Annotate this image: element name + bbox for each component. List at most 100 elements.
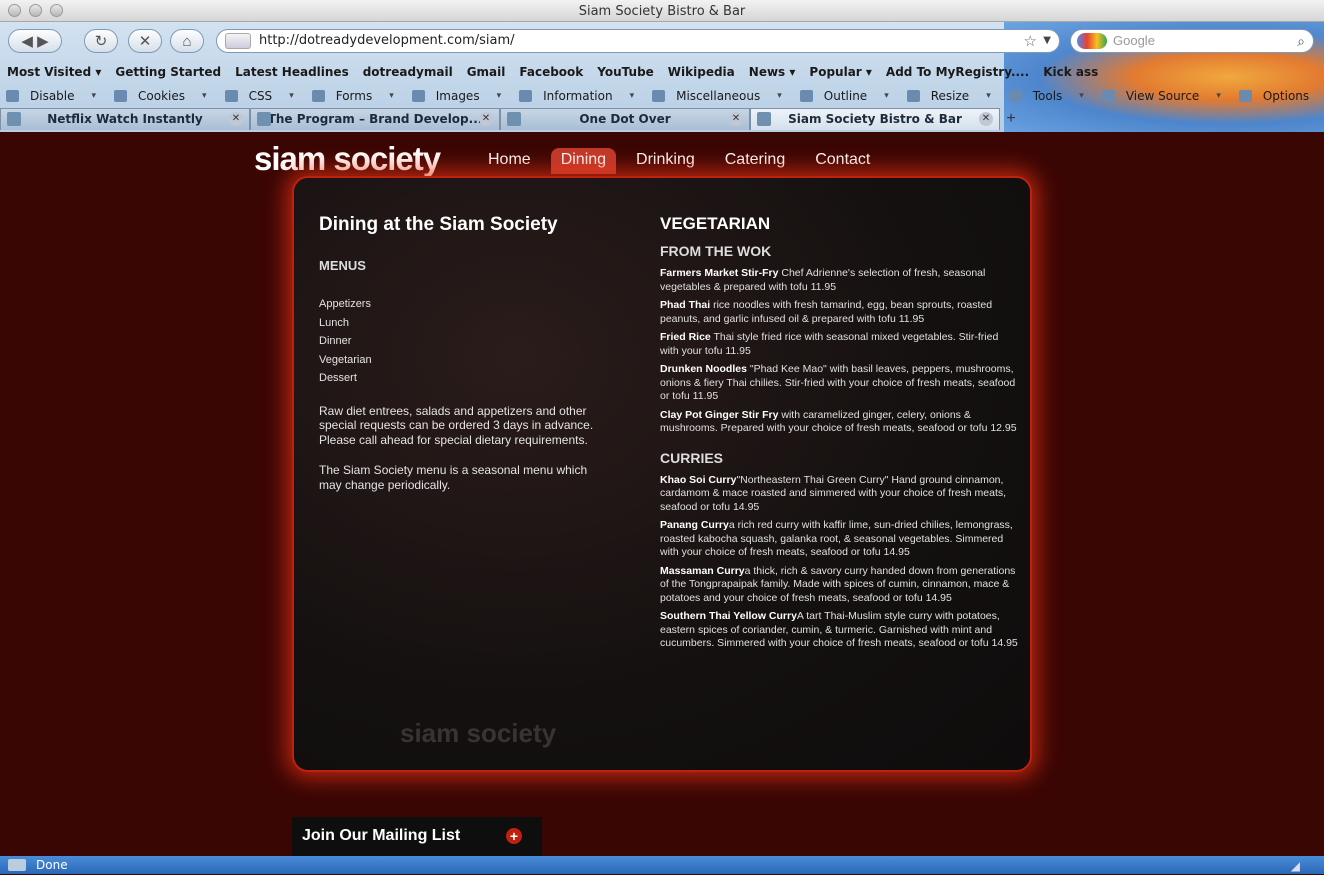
bookmark-item[interactable]: Popular ▾: [802, 63, 879, 81]
dropdown-arrow-icon[interactable]: ▾: [1073, 87, 1090, 105]
dropdown-arrow-icon[interactable]: ▾: [624, 87, 641, 105]
status-text: Done: [36, 858, 68, 872]
dropdown-arrow-icon[interactable]: ▾: [1210, 87, 1227, 105]
url-dropdown-icon[interactable]: ▼: [1043, 30, 1051, 52]
status-bar: Done ◢: [0, 856, 1324, 874]
devbar-item[interactable]: View Source ▾: [1096, 87, 1233, 105]
browser-tab[interactable]: Siam Society Bistro & Bar ✕: [750, 108, 1000, 130]
menu-link-lunch[interactable]: Lunch: [319, 314, 609, 333]
devbar-item[interactable]: Resize ▾: [901, 87, 1003, 105]
menus-heading: MENUS: [319, 258, 366, 273]
devbar-item[interactable]: Disable ▾: [0, 87, 108, 105]
site-identity-icon[interactable]: [225, 33, 251, 49]
bookmark-item[interactable]: Gmail: [460, 63, 513, 81]
plus-icon[interactable]: +: [506, 828, 522, 844]
tool-icon: [224, 90, 238, 102]
page-heading: Dining at the Siam Society: [319, 214, 558, 235]
nav-link-dining[interactable]: Dining: [550, 148, 617, 174]
dropdown-arrow-icon[interactable]: ▾: [283, 87, 300, 105]
devbar-item[interactable]: Information ▾: [513, 87, 646, 105]
dish-name: Massaman Curry: [660, 564, 745, 577]
google-engine-icon[interactable]: [1077, 33, 1107, 49]
back-forward-button[interactable]: ◀ ▶: [8, 29, 62, 53]
dish-name: Farmers Market Stir-Fry: [660, 267, 779, 279]
reload-icon: ↻: [94, 33, 108, 50]
browser-chrome: Siam Society Bistro & Bar ◀ ▶ ↻ ✕ ⌂ http…: [0, 0, 1324, 132]
stop-icon: ✕: [138, 33, 152, 50]
curries-heading: CURRIES: [660, 449, 724, 466]
dropdown-arrow-icon[interactable]: ▾: [878, 87, 895, 105]
home-icon: ⌂: [182, 32, 192, 50]
favicon-icon: [507, 112, 521, 126]
browser-tab[interactable]: The Program – Brand Develop... ✕: [250, 108, 500, 130]
dish-name: Khao Soi Curry: [660, 473, 737, 486]
search-icon[interactable]: ⌕: [1297, 30, 1305, 52]
devbar-item[interactable]: Forms ▾: [306, 87, 406, 105]
devbar-item[interactable]: Images ▾: [406, 87, 513, 105]
site-logo[interactable]: siam society: [254, 140, 441, 178]
back-arrow-icon[interactable]: ◀: [21, 32, 33, 50]
devbar-item[interactable]: CSS ▾: [219, 87, 306, 105]
menu-link-vegetarian[interactable]: Vegetarian: [319, 351, 609, 370]
bookmark-item[interactable]: Latest Headlines: [228, 63, 356, 81]
stop-button[interactable]: ✕: [128, 29, 162, 53]
url-text[interactable]: http://dotreadydevelopment.com/siam/: [259, 33, 515, 48]
url-bar[interactable]: http://dotreadydevelopment.com/siam/ ☆ ▼: [216, 29, 1060, 53]
menu-link-appetizers[interactable]: Appetizers: [319, 295, 609, 314]
devbar-item[interactable]: Options ▾: [1233, 87, 1324, 105]
tool-icon: [1101, 90, 1115, 102]
menu-dish: Drunken Noodles "Phad Kee Mao" with basi…: [660, 363, 1018, 404]
dropdown-arrow-icon[interactable]: ▾: [196, 87, 213, 105]
nav-link-contact[interactable]: Contact: [805, 148, 880, 174]
mailing-list-button[interactable]: Join Our Mailing List +: [292, 817, 542, 856]
dish-name: Drunken Noodles: [660, 363, 747, 375]
bookmark-item[interactable]: Facebook: [512, 63, 590, 81]
dish-description: Thai style fried rice with seasonal mixe…: [660, 331, 999, 357]
tool-icon: [114, 90, 128, 102]
nav-link-drinking[interactable]: Drinking: [626, 148, 705, 174]
bookmark-item[interactable]: Add To MyRegistry....: [879, 63, 1036, 81]
devbar-item[interactable]: Outline ▾: [794, 87, 901, 105]
bookmark-item[interactable]: Kick ass: [1036, 63, 1105, 81]
devbar-label: Forms: [335, 89, 373, 103]
curry-items: Khao Soi Curry"Northeastern Thai Green C…: [660, 474, 1018, 651]
dropdown-arrow-icon[interactable]: ▾: [771, 87, 788, 105]
devbar-label: Disable: [30, 89, 75, 103]
tool-icon: [652, 90, 666, 102]
tab-label: Netflix Watch Instantly: [47, 112, 203, 126]
menu-link-dinner[interactable]: Dinner: [319, 332, 609, 351]
browser-tab[interactable]: Netflix Watch Instantly ✕: [0, 108, 250, 130]
dropdown-arrow-icon[interactable]: ▾: [86, 87, 103, 105]
resize-grip-icon[interactable]: ◢: [1291, 857, 1300, 875]
bookmark-item[interactable]: Wikipedia: [661, 63, 742, 81]
close-tab-icon[interactable]: ✕: [229, 112, 243, 126]
close-tab-icon[interactable]: ✕: [979, 112, 993, 126]
bookmark-item[interactable]: Most Visited ▾: [0, 63, 108, 81]
reload-button[interactable]: ↻: [84, 29, 118, 53]
devbar-label: Resize: [930, 89, 970, 103]
devbar-item[interactable]: Tools ▾: [1003, 87, 1096, 105]
dropdown-arrow-icon[interactable]: ▾: [980, 87, 997, 105]
bookmark-star-icon[interactable]: ☆: [1024, 30, 1037, 52]
close-tab-icon[interactable]: ✕: [479, 112, 493, 126]
bookmark-item[interactable]: dotreadymail: [356, 63, 460, 81]
search-bar[interactable]: Google ⌕: [1070, 29, 1314, 53]
dropdown-arrow-icon[interactable]: ▾: [491, 87, 508, 105]
home-button[interactable]: ⌂: [170, 29, 204, 53]
bookmark-item[interactable]: Getting Started: [108, 63, 228, 81]
new-tab-button[interactable]: +: [1000, 108, 1022, 130]
tool-icon: [906, 90, 920, 102]
menu-link-dessert[interactable]: Dessert: [319, 369, 609, 388]
search-placeholder[interactable]: Google: [1113, 33, 1155, 48]
close-tab-icon[interactable]: ✕: [729, 112, 743, 126]
dropdown-arrow-icon[interactable]: ▾: [1320, 87, 1324, 105]
dropdown-arrow-icon[interactable]: ▾: [383, 87, 400, 105]
devbar-item[interactable]: Cookies ▾: [108, 87, 219, 105]
nav-link-catering[interactable]: Catering: [715, 148, 795, 174]
forward-arrow-icon[interactable]: ▶: [37, 32, 49, 50]
browser-tab[interactable]: One Dot Over ✕: [500, 108, 750, 130]
bookmark-item[interactable]: News ▾: [742, 63, 803, 81]
devbar-item[interactable]: Miscellaneous ▾: [646, 87, 794, 105]
bookmark-item[interactable]: YouTube: [590, 63, 661, 81]
nav-link-home[interactable]: Home: [478, 148, 541, 174]
